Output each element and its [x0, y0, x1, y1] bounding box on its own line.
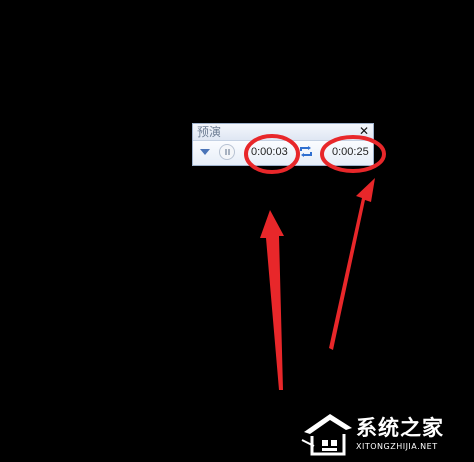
watermark-name: 系统之家 [356, 416, 444, 440]
loop-icon[interactable] [300, 146, 312, 157]
controls-bar: 0:00:03 0:00:25 [193, 141, 373, 165]
preview-toolbar-window: 预演 ✕ 0:00:03 0:00:25 [192, 123, 374, 166]
house-logo-icon [301, 414, 352, 456]
window-title: 预演 [197, 125, 222, 139]
arrow-to-total-time [329, 178, 375, 350]
total-time-display: 0:00:25 [332, 146, 369, 158]
title-bar[interactable]: 预演 ✕ [193, 124, 373, 141]
dropdown-arrow-icon[interactable] [200, 149, 210, 155]
close-button[interactable]: ✕ [357, 124, 371, 139]
watermark-site: XITONGZHIJIA.NET [356, 442, 438, 451]
current-time-display: 0:00:03 [251, 146, 288, 158]
screen: 预演 ✕ 0:00:03 0:00:25 系统之家 XITONGZHIJIA.N… [0, 0, 474, 462]
annotation-overlay [244, 134, 386, 390]
pause-button[interactable] [219, 144, 235, 160]
watermark: 系统之家 XITONGZHIJIA.NET [300, 410, 468, 458]
arrow-to-current-time [260, 210, 284, 390]
